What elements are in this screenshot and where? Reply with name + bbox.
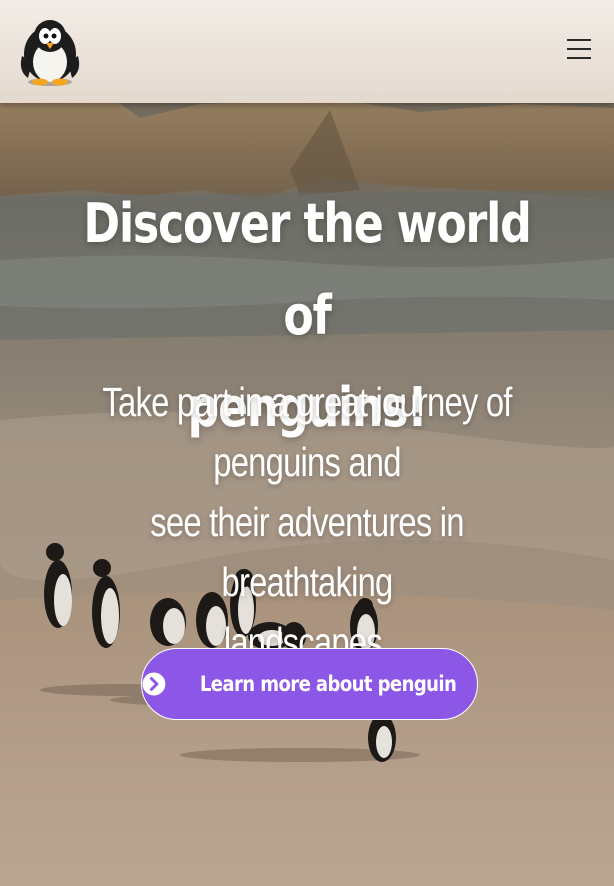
hero-section: Discover the world of penguins! Take par… (0, 0, 614, 886)
hero-subtitle-line-1: Take part in a great journey of penguins… (102, 379, 512, 485)
site-header (0, 0, 614, 103)
hero-title-line-1: Discover the world of (83, 192, 531, 347)
hamburger-menu-icon (567, 39, 591, 59)
chevron-right-circle-icon (142, 672, 166, 696)
hero-subtitle-line-2: see their adventures in breathtaking (150, 499, 464, 605)
hero-subtitle: Take part in a great journey of penguins… (61, 372, 552, 672)
penguin-logo-icon[interactable] (18, 16, 82, 88)
learn-more-button[interactable]: Learn more about penguin (141, 648, 478, 720)
page: Discover the world of penguins! Take par… (0, 0, 614, 886)
menu-button[interactable] (564, 34, 594, 64)
learn-more-button-label: Learn more about penguin (199, 672, 457, 696)
